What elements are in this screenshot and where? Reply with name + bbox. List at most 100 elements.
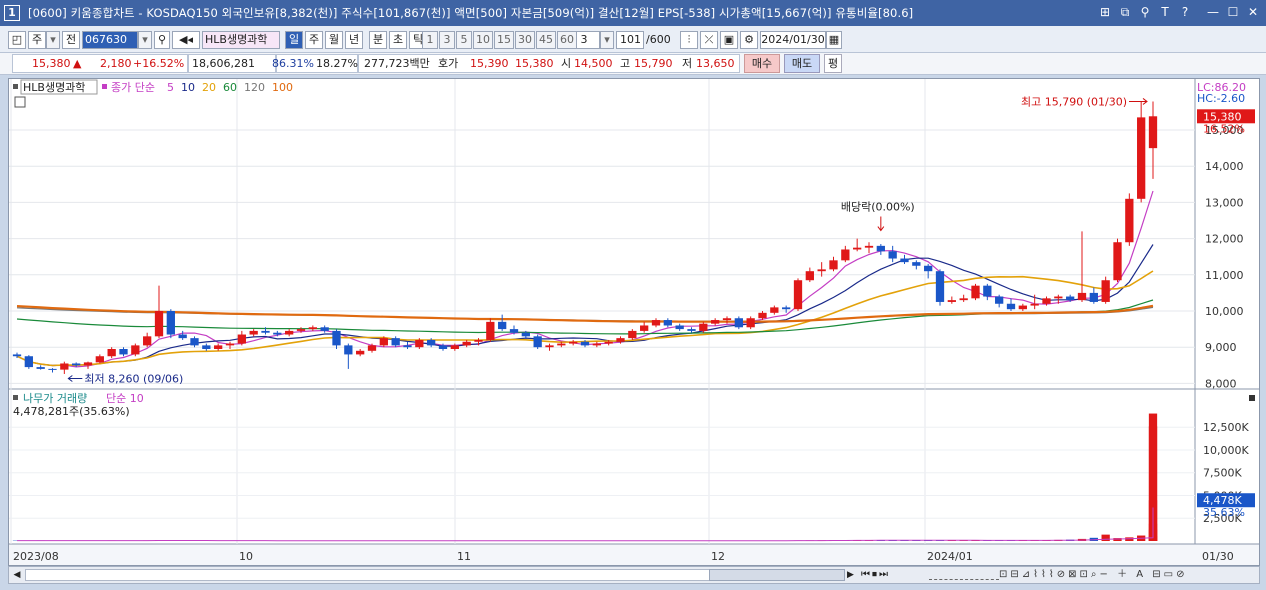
candle-body: [1089, 292, 1098, 302]
time-tick-label: 11: [457, 550, 471, 563]
period-tab-4[interactable]: 분: [369, 31, 387, 49]
period-tab-1[interactable]: 주: [305, 31, 323, 49]
bars-total: /600: [646, 33, 671, 46]
calendar-icon[interactable]: ▦: [826, 31, 842, 49]
ma-20-line: [16, 270, 1154, 367]
pin-icon[interactable]: ⚲: [1138, 5, 1152, 20]
date-input[interactable]: 2024/01/30: [760, 31, 826, 49]
candle-body: [83, 362, 93, 366]
interval-button-2[interactable]: 5: [456, 31, 472, 49]
buy-button[interactable]: 매수: [744, 54, 780, 73]
period-tab-2[interactable]: 월: [325, 31, 343, 49]
eval-button[interactable]: 평: [824, 54, 842, 73]
candle-body: [1077, 292, 1087, 301]
low-note: 최저 8,260 (09/06): [84, 373, 183, 386]
candle-body: [509, 329, 519, 333]
layout-icon[interactable]: ⊞: [1098, 5, 1112, 20]
candle-body: [545, 345, 554, 348]
quote-label: 호가: [438, 57, 459, 70]
interval-button-0[interactable]: 1: [422, 31, 438, 49]
candle-body: [225, 343, 235, 346]
crosshair-icon[interactable]: ⤫: [700, 31, 718, 49]
chart-menu-icon[interactable]: ◰: [8, 31, 26, 49]
maximize-icon[interactable]: ☐: [1226, 5, 1240, 20]
candle-body: [190, 338, 199, 346]
zoom-slider[interactable]: [929, 570, 999, 580]
close-icon[interactable]: ✕: [1246, 5, 1260, 20]
stock-code-input[interactable]: 067630: [82, 31, 138, 49]
candle-type-icon[interactable]: ⫶: [680, 31, 698, 49]
candle-body: [72, 363, 81, 366]
open-price: 14,500: [574, 57, 613, 70]
candle-body: [888, 251, 897, 259]
dividend-note: 배당락(0.00%): [841, 201, 915, 214]
open-label: 시: [561, 57, 572, 70]
candle-body: [829, 260, 838, 270]
interval-button-7[interactable]: 60: [557, 31, 577, 49]
ma-60-line: [16, 299, 1154, 335]
gear-icon[interactable]: ⚙: [740, 31, 758, 49]
ask-price: 15,390: [470, 57, 509, 70]
dividend-arrow-icon: [877, 216, 885, 232]
bottom-scrollbar[interactable]: ◀ ▶ ⏮⏹⏭ ⊡⊟⊿⌇⌇⌇⊘⊠⊡⌕− ＋ A ⊟▭⊘: [8, 566, 1260, 584]
period-tab-0[interactable]: 일: [285, 31, 303, 49]
volume-bar: [1101, 534, 1110, 541]
bars-input[interactable]: 101: [616, 31, 644, 49]
interval-button-3[interactable]: 10: [473, 31, 493, 49]
candle-body: [935, 271, 945, 302]
candle-body: [947, 300, 956, 302]
hc-label: HC:-2.60: [1197, 92, 1245, 105]
candle-body: [640, 325, 649, 331]
ma-100-line: [16, 304, 1154, 323]
interval-button-4[interactable]: 15: [494, 31, 514, 49]
market-select[interactable]: 주: [28, 31, 46, 49]
volume-legend-ma: 단순 10: [106, 392, 144, 405]
search-icon[interactable]: ⚲: [154, 31, 170, 49]
candlestick-chart[interactable]: 8,000 9,000 10,000 11,000 12,000 13,000 14,000…: [9, 79, 1259, 565]
drawing-tools[interactable]: ⊡⊟⊿⌇⌇⌇⊘⊠⊡⌕− ＋ A ⊟▭⊘: [999, 568, 1187, 582]
market-dropdown-icon[interactable]: ▾: [46, 31, 60, 49]
minimize-icon[interactable]: —: [1206, 5, 1220, 20]
time-tick-label: 2024/01: [927, 550, 973, 563]
scroll-thumb[interactable]: [709, 569, 845, 581]
window-copy-icon[interactable]: ⧉: [1118, 5, 1132, 20]
candle-body: [308, 327, 317, 330]
candle-body: [1125, 198, 1134, 243]
candle-body: [415, 339, 424, 348]
legend-ma-period: 10: [181, 81, 195, 94]
volume-tick-label: 10,000K: [1203, 444, 1249, 457]
candle-body: [663, 320, 672, 326]
text-icon[interactable]: T: [1158, 5, 1172, 20]
candle-body: [971, 285, 980, 299]
prev-button[interactable]: 전: [62, 31, 80, 49]
count-dropdown-icon[interactable]: ▾: [600, 31, 614, 49]
candle-body: [486, 321, 495, 340]
interval-button-1[interactable]: 3: [439, 31, 455, 49]
scroll-right-icon[interactable]: ▶: [847, 568, 859, 582]
candle-body: [438, 345, 448, 349]
period-tab-3[interactable]: 년: [345, 31, 363, 49]
time-tick-label: 10: [239, 550, 253, 563]
play-controls[interactable]: ⏮⏹⏭: [861, 568, 890, 582]
candle-body: [533, 336, 542, 348]
legend-ma-period: 5: [167, 81, 174, 94]
volume-ma-line: [17, 507, 1154, 542]
speaker-icon[interactable]: ◀◂: [172, 31, 200, 49]
period-tab-5[interactable]: 초: [389, 31, 407, 49]
code-dropdown-icon[interactable]: ▾: [138, 31, 152, 49]
candle-body: [107, 349, 116, 357]
legend-ma-period: 60: [223, 81, 237, 94]
sell-button[interactable]: 매도: [784, 54, 820, 73]
candle-body: [793, 280, 803, 310]
help-icon[interactable]: ?: [1178, 5, 1192, 20]
candle-body: [462, 341, 471, 346]
legend-ma-label: 종가 단순: [111, 81, 155, 94]
chart-area[interactable]: 8,000 9,000 10,000 11,000 12,000 13,000 14,000…: [8, 78, 1260, 566]
candle-body: [782, 307, 791, 310]
candle-body: [498, 321, 507, 330]
scroll-left-icon[interactable]: ◀: [11, 568, 23, 582]
candle-body: [178, 334, 187, 339]
interval-button-6[interactable]: 45: [536, 31, 556, 49]
interval-button-5[interactable]: 30: [515, 31, 535, 49]
save-icon[interactable]: ▣: [720, 31, 738, 49]
